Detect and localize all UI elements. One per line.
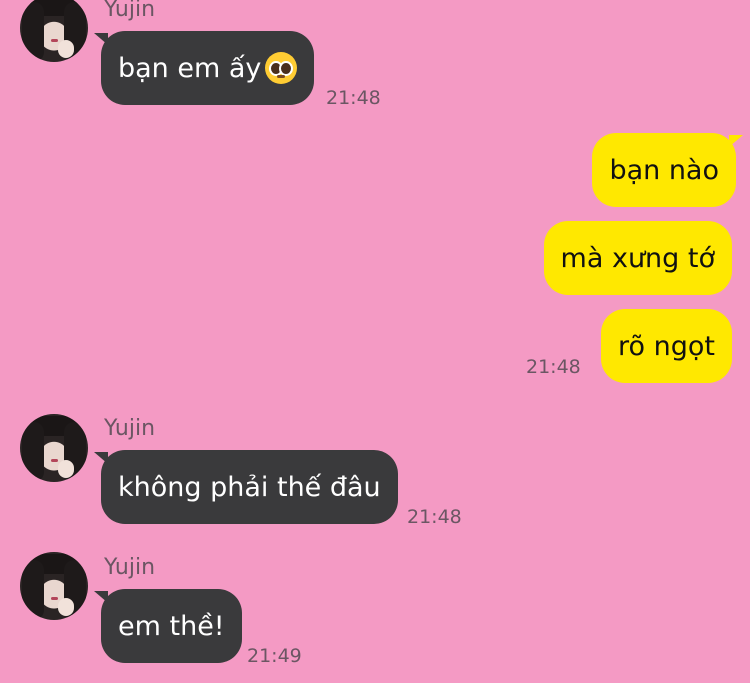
message-timestamp: 21:49 (247, 645, 302, 667)
message-bubble-incoming[interactable]: em thề! (94, 589, 242, 663)
message-timestamp: 21:48 (407, 506, 462, 528)
message-text: bạn em ấy (118, 52, 262, 84)
message-bubble-incoming[interactable]: không phải thế đâu (94, 450, 398, 524)
pleading-face-emoji-icon (265, 52, 298, 84)
sender-name: Yujin (104, 555, 156, 580)
sender-name: Yujin (104, 416, 156, 441)
message-text: em thề! (118, 610, 225, 642)
message-bubble-incoming[interactable]: bạn em ấy (93, 31, 315, 105)
message-text: mà xưng tớ (560, 242, 715, 274)
avatar-yujin[interactable] (20, 552, 88, 620)
message-text: bạn nào (609, 154, 719, 186)
message-text: rõ ngọt (618, 330, 715, 362)
message-bubble-outgoing[interactable]: rõ ngọt (601, 309, 732, 383)
avatar-yujin[interactable] (20, 0, 88, 62)
message-bubble-outgoing[interactable]: bạn nào (592, 133, 743, 207)
message-timestamp: 21:48 (326, 87, 381, 109)
avatar-yujin[interactable] (20, 414, 88, 482)
sender-name: Yujin (104, 0, 156, 22)
message-bubble-outgoing[interactable]: mà xưng tớ (543, 221, 732, 295)
message-text: không phải thế đâu (118, 471, 381, 503)
message-timestamp: 21:48 (526, 356, 581, 378)
